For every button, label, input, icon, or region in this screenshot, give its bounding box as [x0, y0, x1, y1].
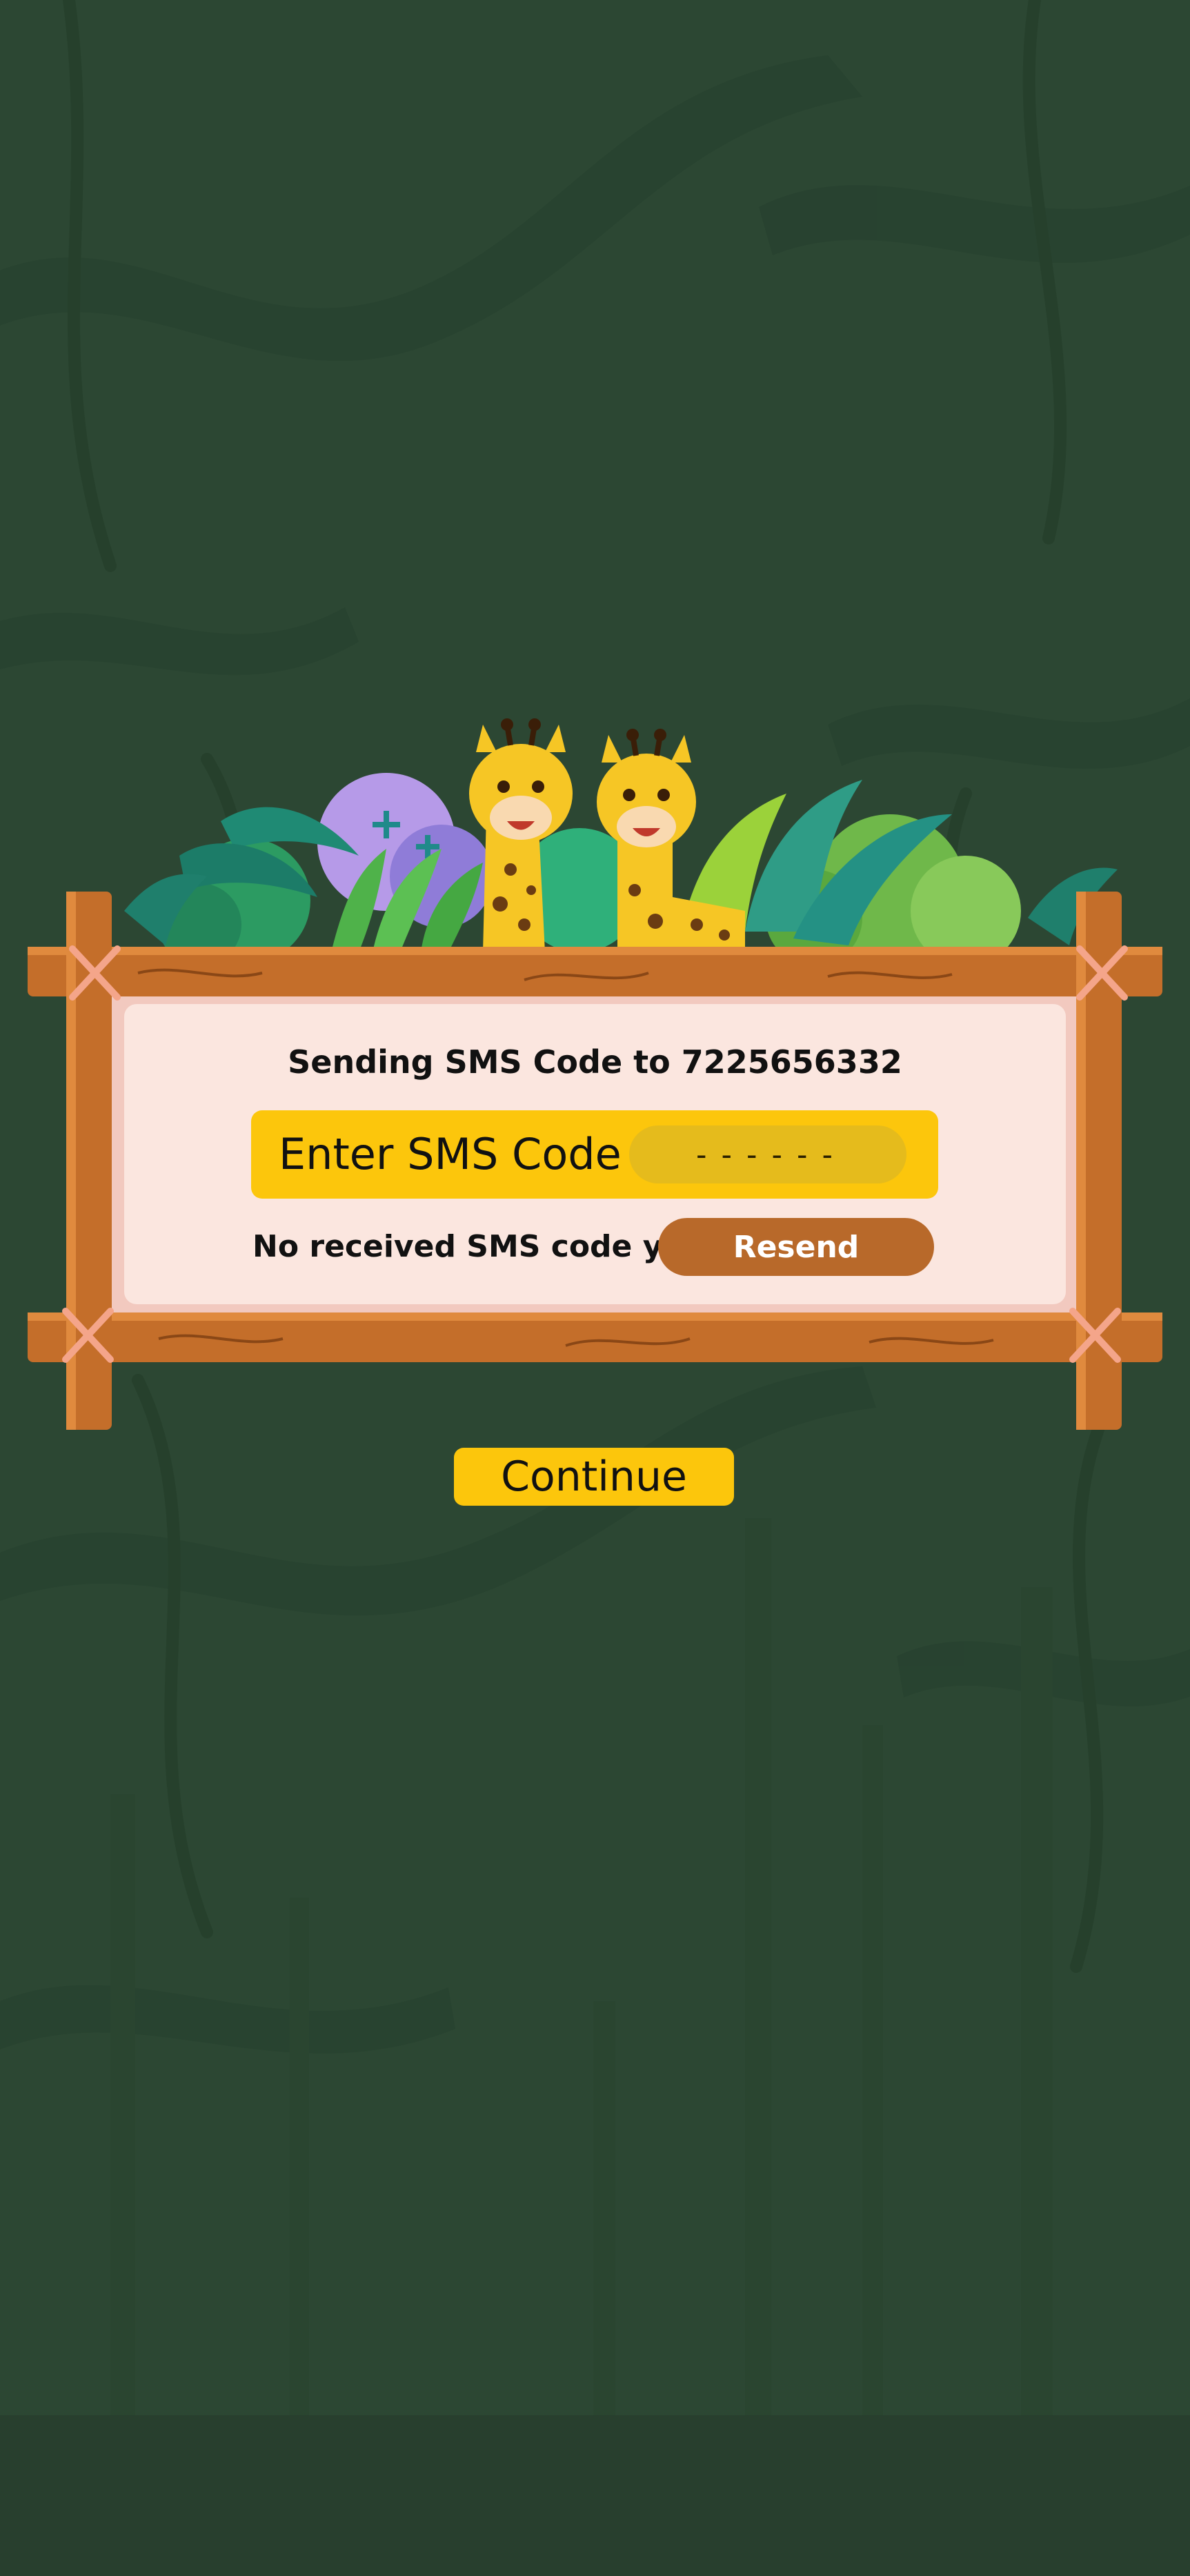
sms-code-label: Enter SMS Code — [279, 1129, 622, 1179]
sms-code-row: Enter SMS Code — [251, 1110, 938, 1199]
continue-button[interactable]: Continue — [454, 1448, 734, 1506]
resend-prompt: No received SMS code yet? — [252, 1229, 715, 1264]
sms-code-input[interactable] — [629, 1125, 906, 1183]
resend-button[interactable]: Resend — [658, 1218, 934, 1276]
sms-status-text: Sending SMS Code to 7225656332 — [288, 1043, 902, 1081]
signboard-scene — [28, 718, 1162, 1430]
